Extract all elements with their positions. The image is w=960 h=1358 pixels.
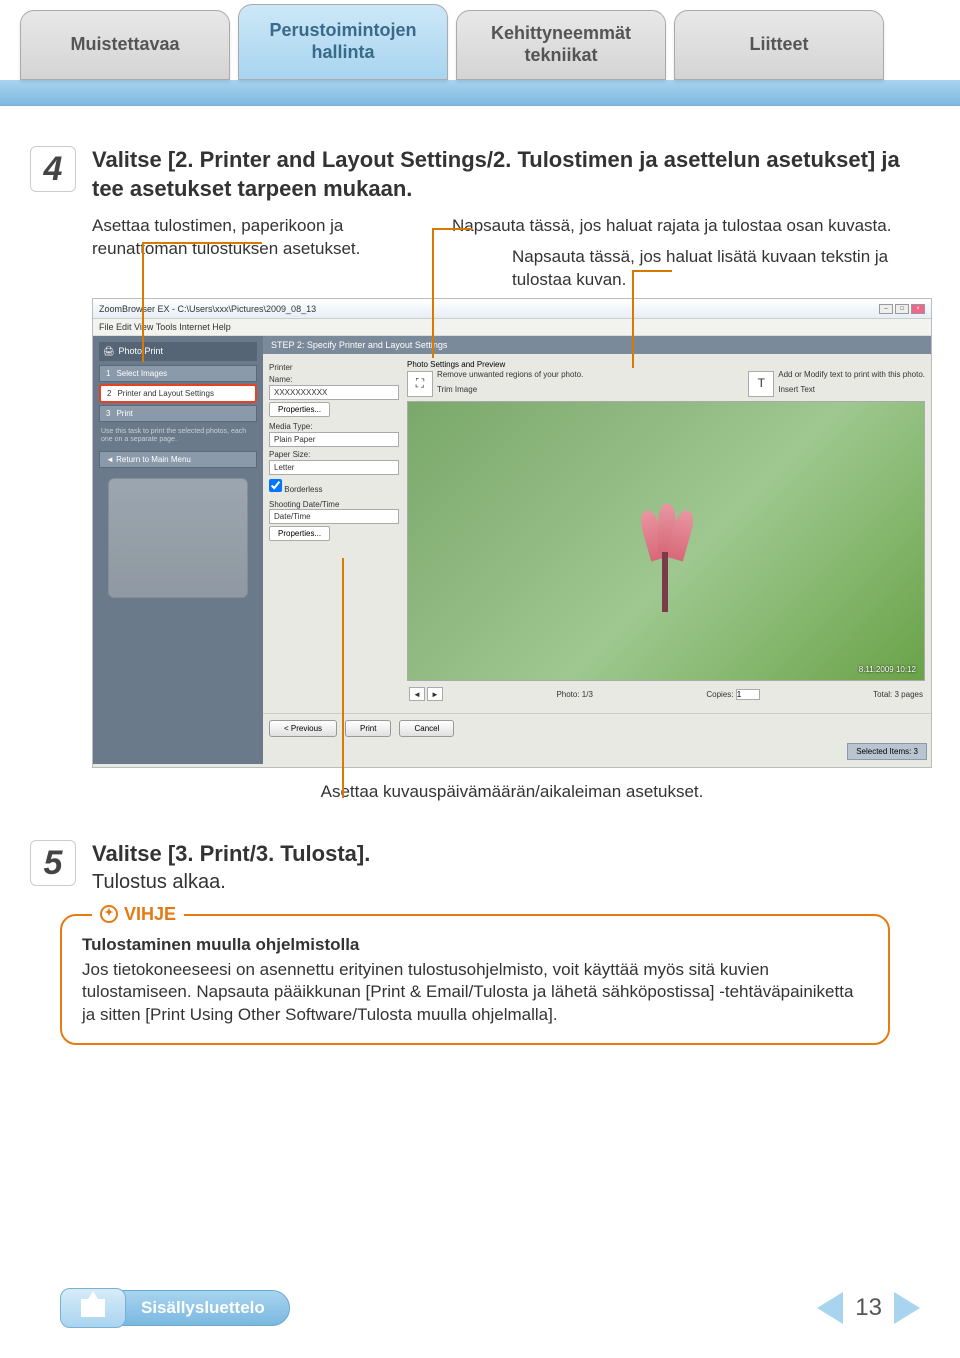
insert-text-icon[interactable]: T: [748, 371, 774, 397]
minimize-icon[interactable]: –: [879, 304, 893, 314]
app-screenshot: ZoomBrowser EX - C:\Users\xxx\Pictures\2…: [92, 298, 932, 768]
borderless-label: Borderless: [284, 485, 322, 494]
media-type-select[interactable]: Plain Paper: [269, 432, 399, 447]
insert-text-desc: Add or Modify text to print with this ph…: [778, 371, 925, 380]
tab-strip: [0, 80, 960, 106]
annot-printer-settings: Asettaa tulostimen, paperikoon ja reunat…: [92, 215, 392, 292]
copies-label: Copies:: [706, 690, 733, 699]
prev-page-button[interactable]: [817, 1292, 843, 1324]
step-5-title: Valitse [3. Print/3. Tulosta].: [92, 840, 910, 869]
paper-size-label: Paper Size:: [269, 450, 399, 459]
step-5-sub: Tulostus alkaa.: [92, 871, 910, 894]
print-button[interactable]: Print: [345, 720, 391, 737]
tab-appendix[interactable]: Liitteet: [674, 10, 884, 80]
close-icon[interactable]: ×: [911, 304, 925, 314]
step-number: 5: [30, 840, 76, 886]
sidebar-note: Use this task to print the selected phot…: [101, 428, 255, 445]
menu-bar[interactable]: File Edit View Tools Internet Help: [93, 319, 931, 336]
name-label: Name:: [269, 375, 399, 384]
wizard-step-1[interactable]: 1Select Images: [99, 365, 257, 382]
lightbulb-icon: ✦: [100, 905, 118, 923]
step-4: 4 Valitse [2. Printer and Layout Setting…: [30, 146, 910, 830]
trim-desc: Remove unwanted regions of your photo.: [437, 371, 583, 380]
nav-tabs: Muistettavaa Perustoimintojen hallinta K…: [0, 0, 960, 80]
tab-basic-ops[interactable]: Perustoimintojen hallinta: [238, 4, 448, 80]
cancel-button[interactable]: Cancel: [399, 720, 454, 737]
paper-size-select[interactable]: Letter: [269, 460, 399, 475]
trim-image-label: Trim Image: [437, 386, 583, 395]
main-step-header: STEP 2: Specify Printer and Layout Setti…: [263, 336, 931, 354]
hint-label: ✦ VIHJE: [92, 902, 184, 926]
wizard-step-3[interactable]: 3Print: [99, 405, 257, 422]
toc-button[interactable]: Sisällysluettelo: [120, 1290, 290, 1326]
annot-date-settings: Asettaa kuvauspäivämäärän/aikaleiman ase…: [92, 782, 932, 802]
print-options-panel: Printer Name: XXXXXXXXXX Properties... M…: [269, 360, 399, 707]
photo-preview: 8.11.2009 10:12: [407, 401, 925, 681]
date-properties-button[interactable]: Properties...: [269, 526, 330, 541]
previous-button[interactable]: < Previous: [269, 720, 337, 737]
next-page-button[interactable]: [894, 1292, 920, 1324]
next-photo-button[interactable]: ►: [427, 687, 443, 701]
sidebar-header: 🖨Photo Print: [99, 342, 257, 361]
window-titlebar: ZoomBrowser EX - C:\Users\xxx\Pictures\2…: [93, 299, 931, 319]
annot-insert-text: Napsauta tässä, jos haluat lisätä kuvaan…: [452, 246, 932, 292]
step-5: 5 Valitse [3. Print/3. Tulosta]. Tulostu…: [30, 840, 910, 894]
step-number: 4: [30, 146, 76, 192]
printer-illustration: [108, 478, 248, 598]
photo-date-overlay: 8.11.2009 10:12: [859, 665, 916, 674]
preview-header-label: Photo Settings and Preview: [407, 360, 925, 369]
annot-trim: Napsauta tässä, jos haluat rajata ja tul…: [452, 215, 932, 238]
media-type-label: Media Type:: [269, 422, 399, 431]
hint-title: Tulostaminen muulla ohjelmistolla: [82, 934, 868, 957]
copies-input[interactable]: [736, 689, 760, 700]
maximize-icon[interactable]: □: [895, 304, 909, 314]
printer-group-label: Printer: [269, 363, 399, 372]
shooting-date-group: Shooting Date/Time: [269, 500, 399, 509]
insert-text-label: Insert Text: [778, 386, 925, 395]
photo-counter: Photo: 1/3: [556, 690, 592, 699]
total-pages: Total: 3 pages: [873, 690, 923, 699]
step-4-title: Valitse [2. Printer and Layout Settings/…: [92, 146, 932, 203]
hint-body: Jos tietokoneeseesi on asennettu erityin…: [82, 959, 868, 1028]
printer-name-select[interactable]: XXXXXXXXXX: [269, 385, 399, 400]
home-icon: [81, 1299, 105, 1317]
prev-photo-button[interactable]: ◄: [409, 687, 425, 701]
return-main-menu-button[interactable]: ◄ Return to Main Menu: [99, 451, 257, 468]
hint-box: ✦ VIHJE Tulostaminen muulla ohjelmistoll…: [60, 914, 890, 1046]
task-sidebar: 🖨Photo Print 1Select Images 2Printer and…: [93, 336, 263, 764]
wizard-step-2[interactable]: 2Printer and Layout Settings: [99, 384, 257, 403]
borderless-checkbox[interactable]: [269, 479, 282, 492]
window-title: ZoomBrowser EX - C:\Users\xxx\Pictures\2…: [99, 304, 316, 314]
tab-advanced[interactable]: Kehittyneemmät tekniikat: [456, 10, 666, 80]
trim-image-icon[interactable]: ⛶: [407, 371, 433, 397]
page-number: 13: [855, 1294, 882, 1322]
home-button[interactable]: [60, 1288, 126, 1328]
tab-reminders[interactable]: Muistettavaa: [20, 10, 230, 80]
date-time-select[interactable]: Date/Time: [269, 509, 399, 524]
printer-properties-button[interactable]: Properties...: [269, 402, 330, 417]
page-footer: Sisällysluettelo 13: [0, 1288, 960, 1328]
selected-items-status: Selected Items: 3: [847, 743, 927, 760]
